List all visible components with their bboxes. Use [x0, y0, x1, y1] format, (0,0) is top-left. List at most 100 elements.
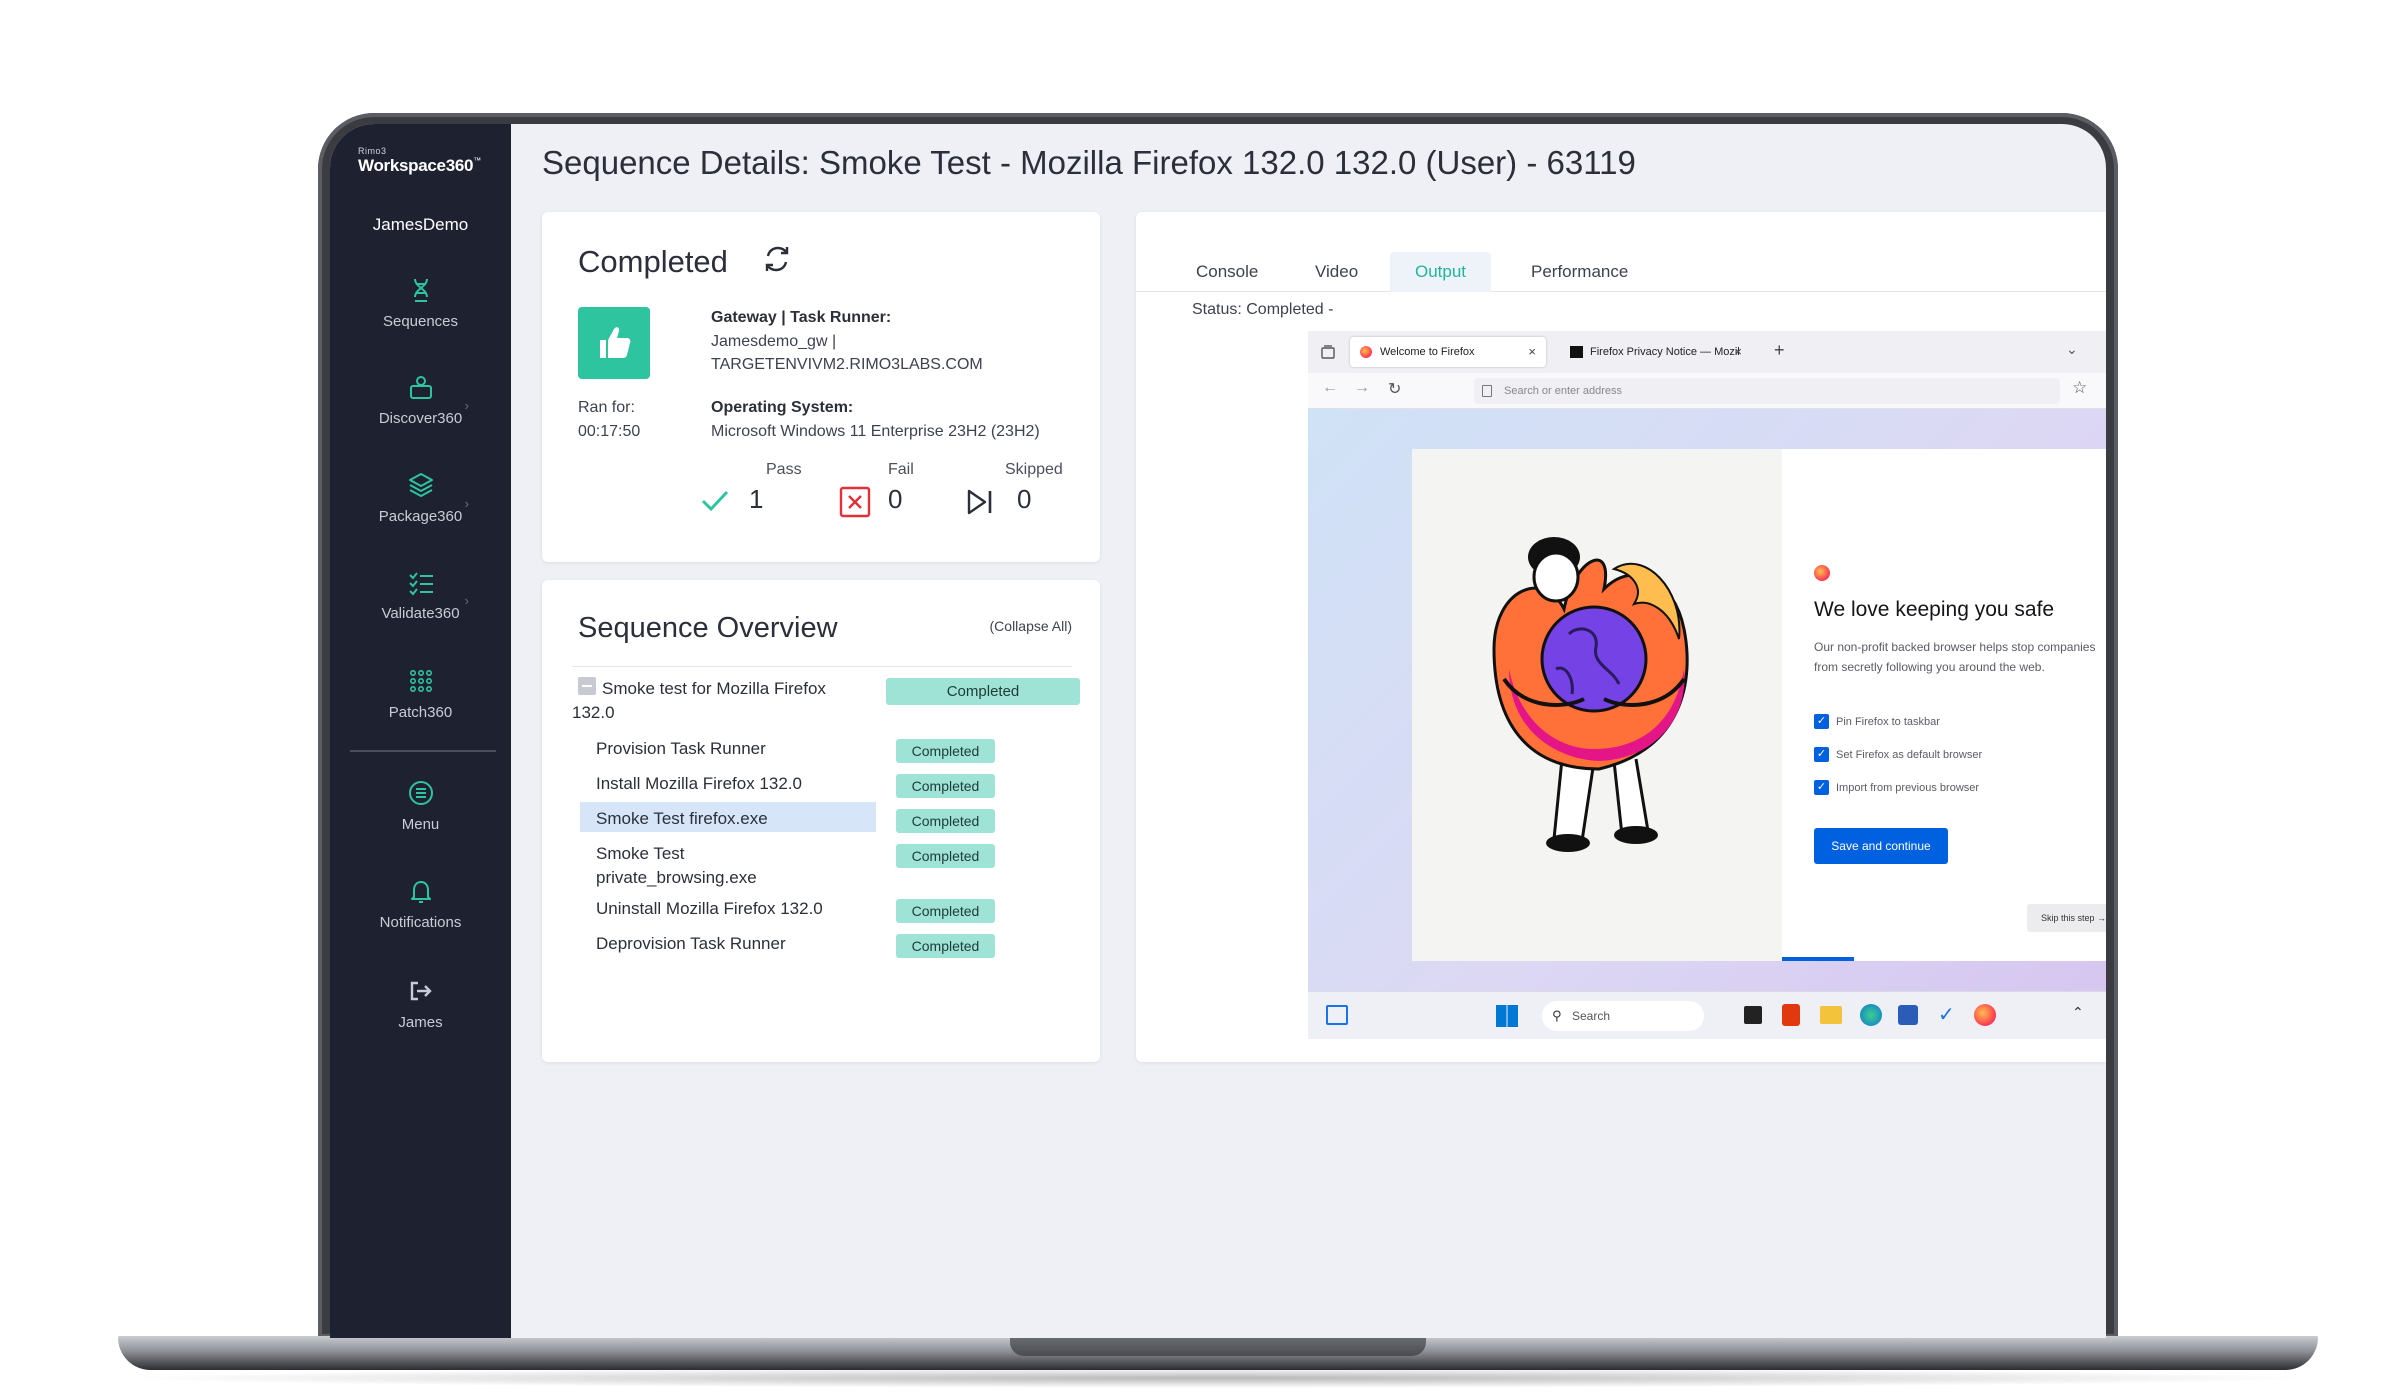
laptop-shadow	[110, 1368, 2326, 1388]
tree-step-selected[interactable]: Smoke Test firefox.exe	[596, 807, 768, 831]
chevron-down-icon[interactable]: ⌄	[2066, 341, 2078, 358]
taskbar-search-label: Search	[1572, 1009, 1611, 1023]
org-name: JamesDemo	[372, 215, 469, 234]
output-panel: Console Video Output Performance Status:…	[1136, 212, 2106, 1062]
taskbar-search[interactable]: ⚲ Search	[1542, 1001, 1704, 1031]
check-icon	[701, 490, 729, 512]
sidebar-item-discover360[interactable]: Discover360 ›	[330, 372, 511, 427]
sidebar-item-package360[interactable]: Package360 ›	[330, 470, 511, 525]
layers-icon	[408, 473, 433, 497]
reload-icon[interactable]: ↻	[1388, 379, 1401, 399]
tab-title: Firefox Privacy Notice — Mozil	[1590, 346, 1740, 358]
chevron-right-icon: ›	[464, 398, 469, 413]
fail-value: 0	[888, 484, 903, 514]
windows-start-icon[interactable]	[1496, 1005, 1518, 1027]
sidebar-item-menu[interactable]: Menu	[330, 778, 511, 833]
onboarding-progress	[1782, 957, 1854, 961]
tab-title: Welcome to Firefox	[1380, 346, 1475, 358]
collapse-toggle-icon[interactable]	[578, 677, 596, 695]
tree-step[interactable]: Install Mozilla Firefox 132.0	[596, 772, 802, 796]
default-browser-checkbox[interactable]: Set Firefox as default browser	[1814, 747, 1982, 763]
brand-logo[interactable]: Rimo3 Workspace360™	[358, 146, 481, 176]
laptop-hinge-notch	[1010, 1336, 1426, 1356]
widgets-icon[interactable]	[1326, 1005, 1348, 1025]
page-icon	[1482, 385, 1492, 397]
sidebar-item-label: Package360	[378, 508, 463, 525]
save-continue-button[interactable]: Save and continue	[1814, 828, 1948, 864]
brand-name: Workspace360	[358, 156, 474, 175]
firefox-url-bar[interactable]: Search or enter address	[1474, 378, 2060, 404]
pin-taskbar-checkbox[interactable]: Pin Firefox to taskbar	[1814, 714, 1940, 730]
chevron-right-icon: ›	[464, 593, 469, 608]
tab-performance[interactable]: Performance	[1531, 252, 1628, 292]
thumbs-up-badge	[578, 307, 650, 379]
bell-icon	[410, 881, 431, 903]
os-value: Microsoft Windows 11 Enterprise 23H2 (23…	[711, 423, 1040, 440]
welcome-illustration-panel	[1412, 449, 1782, 961]
close-icon[interactable]: ×	[1528, 337, 1536, 367]
forward-arrow-icon[interactable]: →	[1354, 379, 1370, 397]
sidebar-item-sequences[interactable]: Sequences	[330, 275, 511, 330]
dna-icon	[413, 278, 428, 302]
tree-root-label[interactable]: Smoke test for Mozilla Firefox 132.0	[572, 677, 862, 725]
new-tab-plus-icon[interactable]: +	[1774, 340, 1785, 361]
collapse-all-link[interactable]: (Collapse All)	[990, 618, 1072, 634]
ran-for-value: 00:17:50	[578, 423, 641, 440]
vm-screenshot[interactable]: Welcome to Firefox × Firefox Privacy Not…	[1308, 331, 2106, 1039]
file-explorer-icon[interactable]	[1820, 1006, 1842, 1024]
page-title: Sequence Details: Smoke Test - Mozilla F…	[542, 144, 1636, 181]
sidebar-item-user[interactable]: James	[330, 976, 511, 1031]
sidebar-item-label: Notifications	[379, 914, 462, 931]
mozilla-logo-icon	[1570, 346, 1583, 358]
output-status-line: Status: Completed -	[1192, 301, 1334, 318]
tree-step[interactable]: Uninstall Mozilla Firefox 132.0	[596, 897, 823, 921]
thumbs-up-icon	[600, 327, 631, 358]
firefox-tab-bar: Welcome to Firefox × Firefox Privacy Not…	[1308, 331, 2106, 373]
import-browser-checkbox[interactable]: Import from previous browser	[1814, 780, 1979, 796]
brand-tm: ™	[473, 156, 482, 165]
chevron-up-icon[interactable]: ⌃	[2072, 1004, 2084, 1021]
sidebar-item-notifications[interactable]: Notifications	[330, 876, 511, 931]
firefox-taskbar-icon[interactable]	[1974, 1004, 1996, 1026]
chevron-right-icon: ›	[464, 496, 469, 511]
status-heading: Completed	[578, 244, 728, 279]
store-icon[interactable]	[1898, 1005, 1918, 1025]
search-icon: ⚲	[1552, 1008, 1562, 1023]
tab-video[interactable]: Video	[1315, 252, 1358, 292]
sidebar-item-label: Sequences	[382, 313, 459, 330]
pass-value: 1	[749, 484, 764, 514]
overview-heading: Sequence Overview	[578, 612, 838, 644]
gateway-value-line2: TARGETENVIVM2.RIMO3LABS.COM	[711, 356, 983, 373]
task-view-icon[interactable]	[1744, 1006, 1762, 1024]
brand-small-text: Rimo3	[358, 146, 387, 156]
firefox-hug-illustration	[1492, 537, 1689, 852]
refresh-icon[interactable]	[760, 242, 794, 276]
bookmark-star-icon[interactable]: ☆	[2072, 378, 2087, 398]
firefox-tab-privacy[interactable]: Firefox Privacy Notice — Mozil ×	[1560, 337, 1756, 367]
tree-step[interactable]: Provision Task Runner	[596, 737, 766, 761]
windows-taskbar: ⚲ Search ✓ ⌃	[1308, 991, 2106, 1039]
edge-icon[interactable]	[1860, 1004, 1882, 1026]
skipped-label: Skipped	[1005, 461, 1063, 478]
tab-output[interactable]: Output	[1390, 252, 1492, 292]
status-badge: Completed	[896, 899, 995, 923]
menu-icon	[408, 781, 433, 805]
sidebar-divider	[350, 750, 496, 752]
checkmark-app-icon[interactable]: ✓	[1938, 1002, 1955, 1027]
dialog-heading: We love keeping you safe	[1814, 598, 2055, 621]
office-icon[interactable]	[1782, 1004, 1800, 1026]
discover-icon	[409, 376, 432, 399]
tree-step[interactable]: Deprovision Task Runner	[596, 932, 786, 956]
tree-step[interactable]: Smoke Test private_browsing.exe	[596, 842, 757, 890]
skip-forward-icon	[967, 489, 992, 515]
skipped-value: 0	[1017, 484, 1032, 514]
sidebar-item-patch360[interactable]: Patch360	[330, 666, 511, 721]
sequence-overview-card: Sequence Overview (Collapse All) Smoke t…	[542, 580, 1100, 1062]
back-arrow-icon[interactable]: ←	[1322, 379, 1338, 397]
tab-console[interactable]: Console	[1196, 252, 1258, 292]
close-icon[interactable]: ×	[1734, 337, 1742, 367]
sidebar-item-validate360[interactable]: Validate360 ›	[330, 567, 511, 622]
firefox-content: We love keeping you safe Our non-profit …	[1308, 409, 2106, 991]
skip-step-button[interactable]: Skip this step →	[2027, 904, 2106, 932]
firefox-tab-welcome[interactable]: Welcome to Firefox ×	[1350, 337, 1546, 367]
